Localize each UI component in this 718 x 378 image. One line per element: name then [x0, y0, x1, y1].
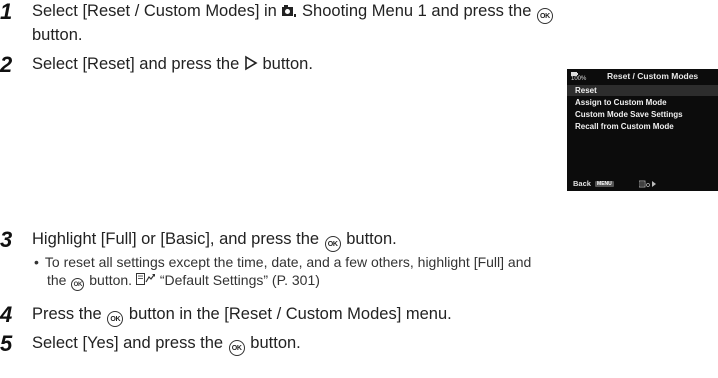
step-text-part: button in the [Reset / Custom Modes] men… [128, 305, 452, 323]
ok-button-icon: OK [228, 340, 245, 356]
page-reference-icon [135, 273, 155, 285]
step-number: 2 [0, 52, 13, 77]
battery-indicator: 100% [571, 72, 586, 82]
note-text: the [47, 272, 67, 288]
step-text-part: Highlight [Full] or [Basic], and press t… [32, 230, 320, 248]
camera-menu-screen: 100% Reset / Custom Modes Reset Assign t… [567, 69, 718, 191]
step-text-part: Press the [32, 305, 102, 323]
step-text-part: button. [32, 26, 83, 44]
step-5: 5 Select [Yes] and press the OK button. [0, 332, 718, 356]
step-3: 3 Highlight [Full] or [Basic], and press… [0, 228, 718, 252]
reference-link[interactable]: “Default Settings” (P. 301) [160, 272, 320, 288]
step-text-part: button. [262, 55, 313, 73]
step-text: Select [Reset] and press the button. [32, 53, 552, 76]
step-text-part: Select [Reset / Custom Modes] in [32, 2, 277, 20]
step-4: 4 Press the OK button in the [Reset / Cu… [0, 303, 718, 327]
shooting-menu-icon [282, 5, 297, 17]
step-1: 1 Select [Reset / Custom Modes] in Shoot… [0, 0, 718, 48]
menu-item-reset[interactable]: Reset [567, 85, 718, 96]
note-bullet: • To reset all settings except the time, … [34, 253, 718, 291]
battery-label: 100% [571, 76, 587, 82]
menu-item-recall[interactable]: Recall from Custom Mode [567, 121, 718, 132]
ok-button-icon: OK [324, 236, 341, 252]
step-text: Press the OK button in the [Reset / Cust… [32, 303, 718, 327]
step-text: Highlight [Full] or [Basic], and press t… [32, 228, 718, 252]
note-text: button. [89, 272, 133, 288]
step-text-part: button. [250, 334, 301, 352]
step-text-part: Shooting Menu 1 and press the [302, 2, 532, 20]
ok-button-icon: OK [536, 8, 553, 24]
screen-title: Reset / Custom Modes [607, 71, 699, 81]
step-2: 2 Select [Reset] and press the button. [0, 53, 560, 77]
step-text-part: Select [Yes] and press the [32, 334, 224, 352]
menu-button-icon: MENU [595, 181, 614, 187]
ok-button-icon: OK [107, 311, 124, 327]
back-hint: Back MENU [573, 179, 614, 188]
step-number: 1 [0, 0, 13, 24]
back-label: Back [573, 179, 591, 188]
menu-item-assign[interactable]: Assign to Custom Mode [567, 97, 718, 108]
settings-nav-icon [639, 180, 656, 188]
step-number: 4 [0, 302, 13, 327]
screen-footer: Back MENU [567, 177, 718, 191]
step-number: 3 [0, 227, 13, 252]
right-arrow-icon [245, 55, 258, 71]
ok-button-icon: OK [71, 278, 85, 291]
step-number: 5 [0, 331, 13, 356]
menu-item-save-settings[interactable]: Custom Mode Save Settings [567, 109, 718, 120]
step-text-part: Select [Reset] and press the [32, 55, 240, 73]
step-text-part: button. [346, 230, 397, 248]
step-text: Select [Yes] and press the OK button. [32, 332, 718, 356]
step-text: Select [Reset / Custom Modes] in Shootin… [32, 0, 718, 47]
screen-header: 100% Reset / Custom Modes [567, 69, 718, 83]
note-text: To reset all settings except the time, d… [44, 254, 532, 270]
bullet-mark: • [34, 254, 39, 270]
